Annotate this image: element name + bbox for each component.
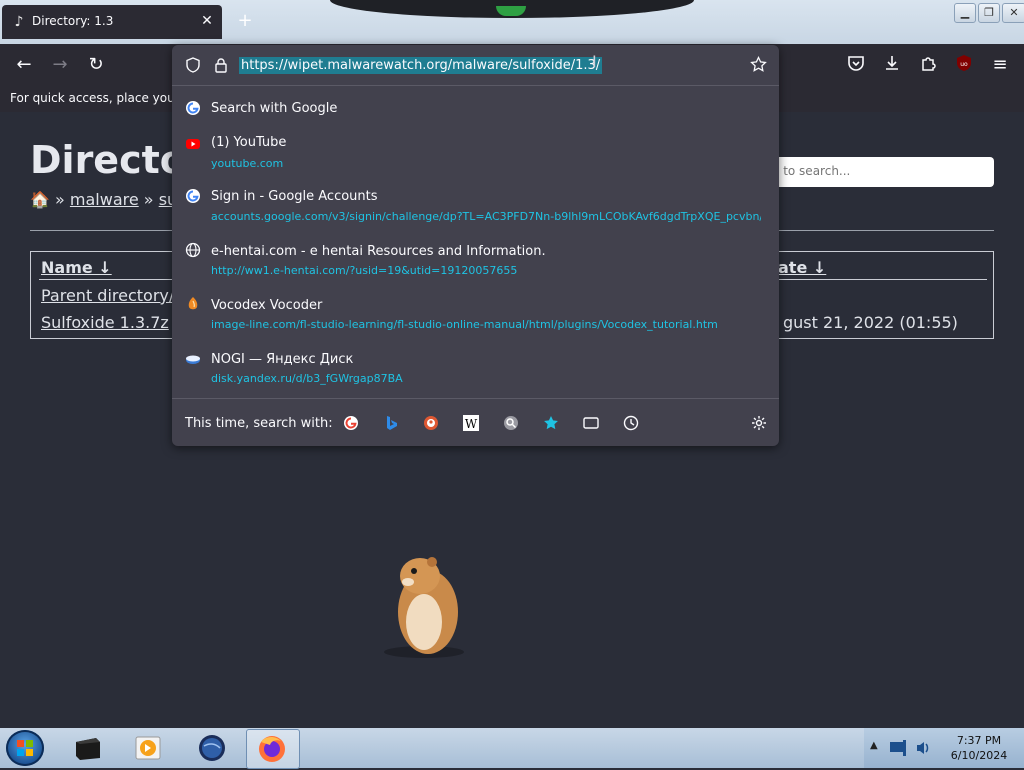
- suggestion-item[interactable]: Sign in - Google Accounts accounts.googl…: [172, 185, 779, 231]
- breadcrumb: 🏠 » malware » sulf: [30, 190, 187, 209]
- notch-indicator: [496, 6, 526, 16]
- network-icon[interactable]: [888, 738, 908, 758]
- tab-directory[interactable]: ♪ Directory: 1.3 ✕: [2, 5, 222, 39]
- firefox-taskbar-button[interactable]: [246, 729, 300, 769]
- tab-favicon-icon: ♪: [14, 14, 24, 30]
- column-header-date[interactable]: ate ↓: [778, 258, 826, 277]
- hamster-image: [384, 557, 464, 658]
- reload-button[interactable]: ↻: [84, 54, 108, 76]
- google-engine-icon[interactable]: [343, 415, 359, 431]
- suggestion-title: Sign in - Google Accounts: [211, 189, 378, 204]
- suggestion-item[interactable]: NOGI — Яндекс Диск disk.yandex.ru/d/b3_f…: [172, 347, 779, 393]
- show-hidden-icons-icon[interactable]: ▲: [870, 740, 878, 751]
- restore-button[interactable]: ❐: [978, 3, 1000, 23]
- bookmarks-hint: For quick access, place your bo: [10, 91, 199, 105]
- sort-by-name-link[interactable]: Name ↓: [41, 258, 112, 277]
- media-player-icon[interactable]: [130, 732, 166, 764]
- page-title: Directo: [30, 138, 186, 182]
- google-icon: [186, 101, 200, 115]
- shield-icon[interactable]: [185, 57, 201, 73]
- back-button[interactable]: ←: [12, 54, 36, 76]
- search-engine-icon[interactable]: [503, 415, 519, 431]
- breadcrumb-separator: »: [55, 190, 65, 209]
- parent-directory-link[interactable]: Parent directory/: [41, 286, 174, 305]
- extensions-icon[interactable]: [916, 54, 940, 76]
- dropdown-divider: [172, 85, 779, 86]
- dropdown-divider: [172, 398, 779, 399]
- table-row[interactable]: Sulfoxide 1.3.7z: [41, 313, 169, 332]
- downloads-icon[interactable]: [880, 54, 904, 76]
- suggestion-item[interactable]: Vocodex Vocoder image-line.com/fl-studio…: [172, 293, 779, 339]
- sort-by-date-link[interactable]: ate ↓: [778, 258, 826, 277]
- search-input[interactable]: [770, 163, 974, 179]
- taskbar-app-icon[interactable]: [70, 732, 106, 764]
- pocket-icon[interactable]: [844, 54, 868, 76]
- bookmark-star-icon[interactable]: [750, 56, 767, 73]
- tab-title: Directory: 1.3: [32, 14, 114, 28]
- suggestion-title: e-hentai.com - e hentai Resources and In…: [211, 244, 546, 259]
- suggestion-url: image-line.com/fl-studio-learning/fl-stu…: [211, 318, 718, 331]
- url-row: https://wipet.malwarewatch.org/malware/s…: [172, 45, 779, 85]
- start-button[interactable]: [6, 730, 44, 766]
- column-header-name[interactable]: Name ↓: [41, 258, 112, 277]
- wikipedia-engine-icon[interactable]: W: [463, 415, 479, 431]
- search-with-label: This time, search with:: [185, 416, 333, 431]
- search-with-google-item[interactable]: Search with Google: [172, 97, 779, 121]
- suggestion-url: http://ww1.e-hentai.com/?usid=19&utid=19…: [211, 264, 518, 277]
- search-engine-row: This time, search with: W: [172, 403, 779, 443]
- search-box[interactable]: [760, 157, 994, 187]
- close-window-button[interactable]: ✕: [1002, 3, 1024, 23]
- new-tab-button[interactable]: +: [234, 10, 256, 32]
- lock-icon[interactable]: [213, 57, 229, 73]
- text-cursor-icon: I: [592, 52, 597, 71]
- suggestion-title: Vocodex Vocoder: [211, 298, 323, 313]
- google-icon: [186, 189, 200, 203]
- home-icon[interactable]: 🏠: [30, 190, 50, 209]
- tabs-icon[interactable]: [583, 415, 599, 431]
- taskbar: ▲ 7:37 PM 6/10/2024: [0, 728, 1024, 769]
- svg-text:W: W: [465, 417, 478, 431]
- suggestion-item[interactable]: (1) YouTube youtube.com: [172, 131, 779, 177]
- suggestion-url: accounts.google.com/v3/signin/challenge/…: [211, 210, 761, 223]
- tab-close-icon[interactable]: ✕: [198, 12, 216, 30]
- gear-icon[interactable]: [751, 415, 767, 431]
- volume-icon[interactable]: [914, 738, 934, 758]
- forward-button[interactable]: →: [48, 54, 72, 76]
- suggestion-url: disk.yandex.ru/d/b3_fGWrgap87BA: [211, 372, 403, 385]
- bookmarks-star-icon[interactable]: [543, 415, 559, 431]
- suggestion-url: youtube.com: [211, 157, 284, 170]
- table-row[interactable]: Parent directory/: [41, 286, 174, 305]
- youtube-icon: [186, 139, 200, 149]
- breadcrumb-malware[interactable]: malware: [70, 190, 139, 209]
- bing-engine-icon[interactable]: [383, 415, 399, 431]
- file-link[interactable]: Sulfoxide 1.3.7z: [41, 313, 169, 332]
- url-dropdown: https://wipet.malwarewatch.org/malware/s…: [172, 45, 779, 446]
- windows-logo-icon: [17, 740, 33, 756]
- menu-icon[interactable]: ≡: [988, 54, 1012, 76]
- svg-text:uo: uo: [960, 61, 968, 68]
- firefox-icon: [259, 736, 285, 762]
- duckduckgo-engine-icon[interactable]: [423, 415, 439, 431]
- ublock-icon[interactable]: uo: [952, 54, 976, 76]
- search-with-google-label: Search with Google: [211, 101, 338, 116]
- title-bar: ♪ Directory: 1.3 ✕ + ▁ ❐ ✕: [0, 0, 1024, 44]
- suggestion-title: NOGI — Яндекс Диск: [211, 352, 354, 367]
- url-input[interactable]: https://wipet.malwarewatch.org/malware/s…: [239, 57, 603, 74]
- suggestion-item[interactable]: e-hentai.com - e hentai Resources and In…: [172, 239, 779, 285]
- title-notch: [330, 0, 694, 18]
- minimize-button[interactable]: ▁: [954, 3, 976, 23]
- yandex-disk-icon: [186, 355, 200, 364]
- file-date: gust 21, 2022 (01:55): [783, 313, 958, 332]
- fl-studio-icon: [188, 297, 198, 310]
- globe-app-icon[interactable]: [194, 732, 230, 764]
- clock[interactable]: 7:37 PM 6/10/2024: [948, 733, 1010, 763]
- breadcrumb-separator: »: [143, 190, 154, 209]
- globe-icon: [185, 242, 201, 258]
- clock-date: 6/10/2024: [950, 749, 1008, 762]
- suggestion-title: (1) YouTube: [211, 135, 287, 150]
- clock-time: 7:37 PM: [956, 734, 1002, 747]
- history-clock-icon[interactable]: [623, 415, 639, 431]
